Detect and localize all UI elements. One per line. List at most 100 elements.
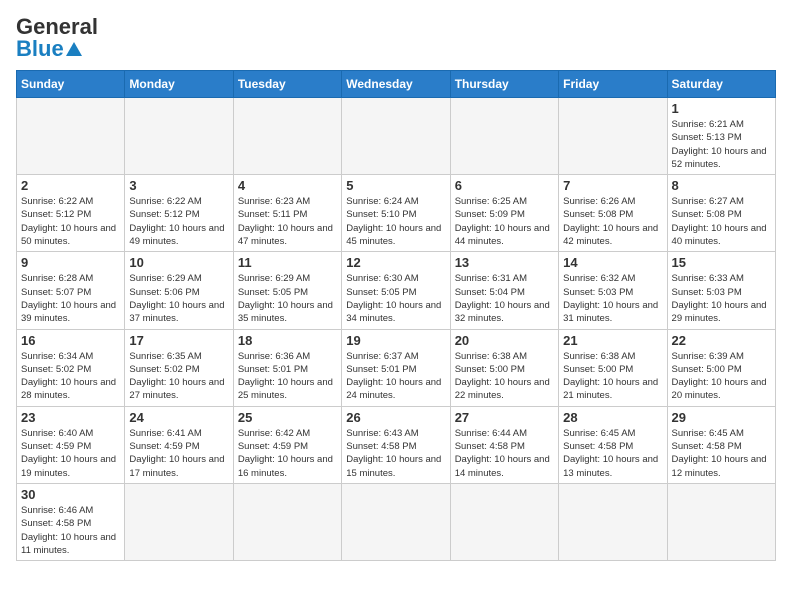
calendar-cell: 18 Sunrise: 6:36 AM Sunset: 5:01 PM Dayli…	[233, 329, 341, 406]
day-info: Sunrise: 6:40 AM Sunset: 4:59 PM Dayligh…	[21, 427, 120, 480]
day-number: 17	[129, 333, 228, 348]
calendar-header-tuesday: Tuesday	[233, 71, 341, 98]
day-info: Sunrise: 6:36 AM Sunset: 5:01 PM Dayligh…	[238, 350, 337, 403]
logo-general-text: General	[16, 16, 98, 38]
day-number: 28	[563, 410, 662, 425]
calendar-cell: 4 Sunrise: 6:23 AM Sunset: 5:11 PM Daylig…	[233, 175, 341, 252]
day-info: Sunrise: 6:44 AM Sunset: 4:58 PM Dayligh…	[455, 427, 554, 480]
page-header: General Blue	[16, 16, 776, 60]
calendar-week-row: 1Sunrise: 6:21 AM Sunset: 5:13 PM Daylig…	[17, 98, 776, 175]
day-info: Sunrise: 6:22 AM Sunset: 5:12 PM Dayligh…	[21, 195, 120, 248]
calendar-header-thursday: Thursday	[450, 71, 558, 98]
calendar-cell: 27 Sunrise: 6:44 AM Sunset: 4:58 PM Dayli…	[450, 406, 558, 483]
calendar-cell: 29 Sunrise: 6:45 AM Sunset: 4:58 PM Dayli…	[667, 406, 775, 483]
day-number: 30	[21, 487, 120, 502]
logo: General Blue	[16, 16, 98, 60]
day-info: Sunrise: 6:32 AM Sunset: 5:03 PM Dayligh…	[563, 272, 662, 325]
day-info: Sunrise: 6:38 AM Sunset: 5:00 PM Dayligh…	[455, 350, 554, 403]
calendar-cell: 23 Sunrise: 6:40 AM Sunset: 4:59 PM Dayli…	[17, 406, 125, 483]
logo-triangle-icon	[66, 42, 82, 56]
calendar-header-saturday: Saturday	[667, 71, 775, 98]
calendar-cell	[450, 483, 558, 560]
day-number: 26	[346, 410, 445, 425]
calendar-week-row: 30 Sunrise: 6:46 AM Sunset: 4:58 PM Dayli…	[17, 483, 776, 560]
day-number: 22	[672, 333, 771, 348]
day-info: Sunrise: 6:25 AM Sunset: 5:09 PM Dayligh…	[455, 195, 554, 248]
day-number: 18	[238, 333, 337, 348]
calendar-header-monday: Monday	[125, 71, 233, 98]
day-number: 24	[129, 410, 228, 425]
calendar-cell	[667, 483, 775, 560]
day-number: 19	[346, 333, 445, 348]
calendar-cell: 11 Sunrise: 6:29 AM Sunset: 5:05 PM Dayli…	[233, 252, 341, 329]
calendar-cell	[125, 98, 233, 175]
day-info: Sunrise: 6:45 AM Sunset: 4:58 PM Dayligh…	[563, 427, 662, 480]
calendar-cell: 21Sunrise: 6:38 AM Sunset: 5:00 PM Dayli…	[559, 329, 667, 406]
day-number: 5	[346, 178, 445, 193]
calendar-cell: 2Sunrise: 6:22 AM Sunset: 5:12 PM Daylig…	[17, 175, 125, 252]
day-info: Sunrise: 6:23 AM Sunset: 5:11 PM Dayligh…	[238, 195, 337, 248]
calendar-cell	[559, 483, 667, 560]
day-info: Sunrise: 6:37 AM Sunset: 5:01 PM Dayligh…	[346, 350, 445, 403]
calendar-cell: 28 Sunrise: 6:45 AM Sunset: 4:58 PM Dayli…	[559, 406, 667, 483]
calendar-cell	[17, 98, 125, 175]
day-info: Sunrise: 6:33 AM Sunset: 5:03 PM Dayligh…	[672, 272, 771, 325]
day-info: Sunrise: 6:42 AM Sunset: 4:59 PM Dayligh…	[238, 427, 337, 480]
day-info: Sunrise: 6:28 AM Sunset: 5:07 PM Dayligh…	[21, 272, 120, 325]
day-info: Sunrise: 6:43 AM Sunset: 4:58 PM Dayligh…	[346, 427, 445, 480]
day-number: 27	[455, 410, 554, 425]
day-number: 20	[455, 333, 554, 348]
calendar-cell	[125, 483, 233, 560]
day-number: 12	[346, 255, 445, 270]
calendar-cell: 16 Sunrise: 6:34 AM Sunset: 5:02 PM Dayli…	[17, 329, 125, 406]
day-number: 14	[563, 255, 662, 270]
day-info: Sunrise: 6:29 AM Sunset: 5:06 PM Dayligh…	[129, 272, 228, 325]
calendar-cell: 14 Sunrise: 6:32 AM Sunset: 5:03 PM Dayli…	[559, 252, 667, 329]
day-info: Sunrise: 6:39 AM Sunset: 5:00 PM Dayligh…	[672, 350, 771, 403]
calendar-cell: 13 Sunrise: 6:31 AM Sunset: 5:04 PM Dayli…	[450, 252, 558, 329]
day-number: 13	[455, 255, 554, 270]
day-number: 23	[21, 410, 120, 425]
day-number: 4	[238, 178, 337, 193]
day-number: 6	[455, 178, 554, 193]
calendar-cell: 1Sunrise: 6:21 AM Sunset: 5:13 PM Daylig…	[667, 98, 775, 175]
day-info: Sunrise: 6:41 AM Sunset: 4:59 PM Dayligh…	[129, 427, 228, 480]
calendar-cell: 10Sunrise: 6:29 AM Sunset: 5:06 PM Dayli…	[125, 252, 233, 329]
day-number: 15	[672, 255, 771, 270]
day-info: Sunrise: 6:26 AM Sunset: 5:08 PM Dayligh…	[563, 195, 662, 248]
calendar-header-row: SundayMondayTuesdayWednesdayThursdayFrid…	[17, 71, 776, 98]
day-info: Sunrise: 6:45 AM Sunset: 4:58 PM Dayligh…	[672, 427, 771, 480]
calendar-cell: 6 Sunrise: 6:25 AM Sunset: 5:09 PM Daylig…	[450, 175, 558, 252]
day-number: 29	[672, 410, 771, 425]
calendar-header-friday: Friday	[559, 71, 667, 98]
calendar-cell: 9Sunrise: 6:28 AM Sunset: 5:07 PM Daylig…	[17, 252, 125, 329]
day-number: 11	[238, 255, 337, 270]
calendar-cell	[233, 483, 341, 560]
calendar-cell: 30 Sunrise: 6:46 AM Sunset: 4:58 PM Dayli…	[17, 483, 125, 560]
day-number: 16	[21, 333, 120, 348]
day-info: Sunrise: 6:46 AM Sunset: 4:58 PM Dayligh…	[21, 504, 120, 557]
day-info: Sunrise: 6:31 AM Sunset: 5:04 PM Dayligh…	[455, 272, 554, 325]
day-number: 21	[563, 333, 662, 348]
calendar-cell: 19 Sunrise: 6:37 AM Sunset: 5:01 PM Dayli…	[342, 329, 450, 406]
calendar-cell	[342, 98, 450, 175]
calendar-cell: 8Sunrise: 6:27 AM Sunset: 5:08 PM Daylig…	[667, 175, 775, 252]
day-info: Sunrise: 6:30 AM Sunset: 5:05 PM Dayligh…	[346, 272, 445, 325]
day-info: Sunrise: 6:29 AM Sunset: 5:05 PM Dayligh…	[238, 272, 337, 325]
day-info: Sunrise: 6:35 AM Sunset: 5:02 PM Dayligh…	[129, 350, 228, 403]
calendar-cell	[450, 98, 558, 175]
day-info: Sunrise: 6:34 AM Sunset: 5:02 PM Dayligh…	[21, 350, 120, 403]
calendar-cell: 5Sunrise: 6:24 AM Sunset: 5:10 PM Daylig…	[342, 175, 450, 252]
calendar-cell	[233, 98, 341, 175]
calendar-cell: 12 Sunrise: 6:30 AM Sunset: 5:05 PM Dayli…	[342, 252, 450, 329]
calendar-cell: 17 Sunrise: 6:35 AM Sunset: 5:02 PM Dayli…	[125, 329, 233, 406]
calendar-header-wednesday: Wednesday	[342, 71, 450, 98]
day-number: 7	[563, 178, 662, 193]
day-number: 3	[129, 178, 228, 193]
calendar-week-row: 23 Sunrise: 6:40 AM Sunset: 4:59 PM Dayli…	[17, 406, 776, 483]
calendar-cell: 25 Sunrise: 6:42 AM Sunset: 4:59 PM Dayli…	[233, 406, 341, 483]
logo-blue-text: Blue	[16, 38, 64, 60]
calendar-cell: 24 Sunrise: 6:41 AM Sunset: 4:59 PM Dayli…	[125, 406, 233, 483]
day-number: 25	[238, 410, 337, 425]
calendar-week-row: 2Sunrise: 6:22 AM Sunset: 5:12 PM Daylig…	[17, 175, 776, 252]
